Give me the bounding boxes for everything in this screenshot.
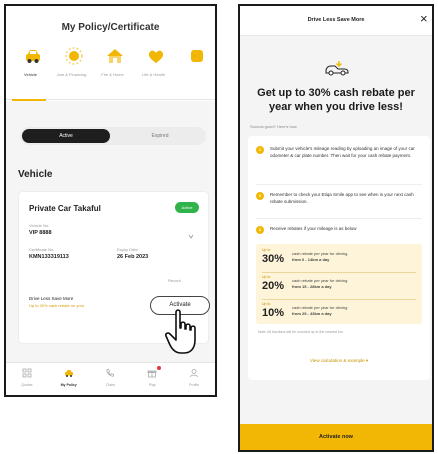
divider (256, 218, 422, 219)
rebate-desc: cash rebate per year for driving (292, 251, 348, 256)
rebate-prefix: Up to (262, 302, 271, 306)
phone-icon (107, 369, 115, 377)
nav-label: Play (148, 383, 156, 387)
nav-item-play[interactable]: Play (131, 363, 173, 395)
record-link[interactable]: Record (168, 278, 181, 283)
expiry-date: 26 Feb 2023 (117, 254, 149, 260)
status-badge: Active (175, 202, 199, 213)
sun-icon (65, 47, 83, 65)
view-calculation-link[interactable]: View calculation & example ▾ (248, 358, 430, 364)
partial-icon (191, 50, 203, 62)
rebate-range: from 15 - 28km a day (292, 284, 332, 289)
gift-icon (147, 370, 157, 378)
nav-label: Quotes (21, 383, 33, 387)
cert-no-label: Certificate No. (29, 247, 55, 252)
notification-dot (157, 366, 162, 370)
nav-label: Claim (106, 383, 115, 387)
nav-item-my-policy[interactable]: My Policy (48, 363, 90, 395)
bottom-nav: Quotes My Policy Claim Play Profile (6, 362, 215, 395)
rebate-desc: cash rebate per year for driving (292, 305, 348, 310)
category-fire-home[interactable]: Fire & Home (92, 44, 133, 100)
modal-title: Drive Less Save More (307, 17, 365, 23)
section-title: Vehicle (18, 169, 53, 180)
rebate-range: from 0 - 14km a day (292, 257, 330, 262)
policy-screen: My Policy/Certificate Vehicle Jom & Fina… (4, 4, 217, 397)
page-title: My Policy/Certificate (61, 22, 160, 33)
category-life-health[interactable]: Life & Health (133, 44, 174, 100)
policy-body: Active Expired Vehicle Private Car Takaf… (6, 101, 215, 362)
hand-pointer-icon (165, 309, 196, 354)
rounding-note: Note: All fractions will be rounded up t… (258, 330, 344, 334)
step-text: Submit your vehicle's mileage reading by… (270, 146, 415, 158)
rebate-percent: 10% (262, 307, 285, 319)
divider (262, 299, 416, 300)
rebate-row: Up to 20% cash rebate per year for drivi… (262, 275, 416, 297)
category-more[interactable] (174, 44, 215, 100)
step-number: 3 (256, 226, 264, 234)
vehicle-no: VIP 8888 (29, 230, 52, 236)
house-icon (107, 49, 123, 63)
step-number: 2 (256, 192, 264, 200)
rebate-prefix: Up to (262, 275, 271, 279)
cert-no: KMN133319113 (29, 254, 69, 260)
expiry-label: Expiry Date (117, 247, 138, 252)
rebate-prefix: Up to (262, 248, 271, 252)
step-number: 1 (256, 146, 264, 154)
car-rebate-icon (325, 61, 349, 76)
policy-name: Private Car Takaful (29, 204, 101, 213)
subheading: Sounds good? Here's how (250, 124, 297, 129)
nav-item-profile[interactable]: Profile (173, 363, 215, 395)
activate-now-button[interactable]: Activate now (240, 424, 432, 450)
chevron-down-icon[interactable] (188, 233, 194, 241)
tab-expired[interactable]: Expired (116, 129, 204, 143)
rebate-range: from 29 - 43km a day (292, 311, 332, 316)
rebate-row: Up to 30% cash rebate per year for drivi… (262, 248, 416, 270)
divider (262, 272, 416, 273)
category-label: Vehicle (24, 72, 37, 77)
rebate-desc: cash rebate per year for driving (292, 278, 348, 283)
category-vehicle[interactable]: Vehicle (10, 44, 51, 100)
step-text: Receive rebates if your mileage is as be… (270, 226, 357, 231)
drive-less-screen: Drive Less Save More × Get up to 30% cas… (238, 4, 434, 452)
rebate-table: Up to 30% cash rebate per year for drivi… (256, 244, 422, 324)
category-label: Life & Health (142, 72, 165, 77)
nav-item-quotes[interactable]: Quotes (6, 363, 48, 395)
nav-label: Profile (189, 383, 200, 387)
rebate-percent: 20% (262, 280, 285, 292)
car-icon (64, 370, 73, 377)
category-jom[interactable]: Jom & Financing (51, 44, 92, 100)
category-label: Fire & Home (101, 72, 124, 77)
rebate-row: Up to 10% cash rebate per year for drivi… (262, 302, 416, 324)
category-label: Jom & Financing (56, 72, 87, 77)
steps-card: 1 Submit your vehicle's mileage reading … (248, 136, 430, 380)
tab-active[interactable]: Active (22, 129, 110, 143)
headline: Get up to 30% cash rebate per year when … (257, 87, 415, 113)
car-icon (26, 50, 40, 63)
modal-body: Get up to 30% cash rebate per year when … (240, 36, 432, 426)
heart-icon (148, 50, 164, 63)
promo-sub: Up to 30% cash rebate on your (29, 303, 85, 308)
step-text: Remember to check your Etiqa Smile app t… (270, 192, 414, 204)
nav-item-claim[interactable]: Claim (90, 363, 132, 395)
grid-icon (22, 368, 32, 378)
user-icon (190, 369, 198, 378)
status-toggle: Active Expired (20, 127, 206, 145)
modal-header: Drive Less Save More × (240, 6, 432, 36)
rebate-percent: 30% (262, 253, 285, 265)
promo-title: Drive Less Save More (29, 296, 74, 301)
category-tabs: Vehicle Jom & Financing Fire & Home Life… (6, 44, 215, 100)
close-icon[interactable]: × (420, 12, 428, 25)
divider (256, 184, 422, 185)
nav-label: My Policy (60, 383, 77, 387)
vehicle-no-label: Vehicle No. (29, 223, 50, 228)
